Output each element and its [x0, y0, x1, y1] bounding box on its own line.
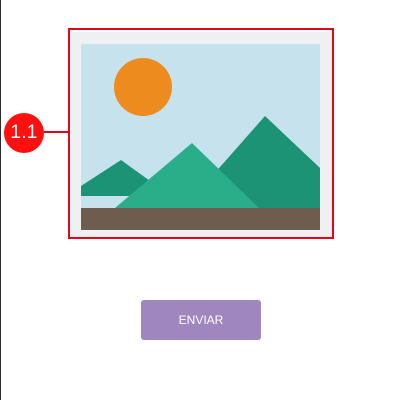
highlight-box — [68, 28, 334, 239]
page: 1.1 ENVIAR — [0, 0, 400, 400]
annotation-connector — [44, 131, 69, 133]
annotation-badge: 1.1 — [4, 113, 44, 153]
submit-button[interactable]: ENVIAR — [141, 300, 261, 340]
left-edge-divider — [0, 0, 1, 400]
